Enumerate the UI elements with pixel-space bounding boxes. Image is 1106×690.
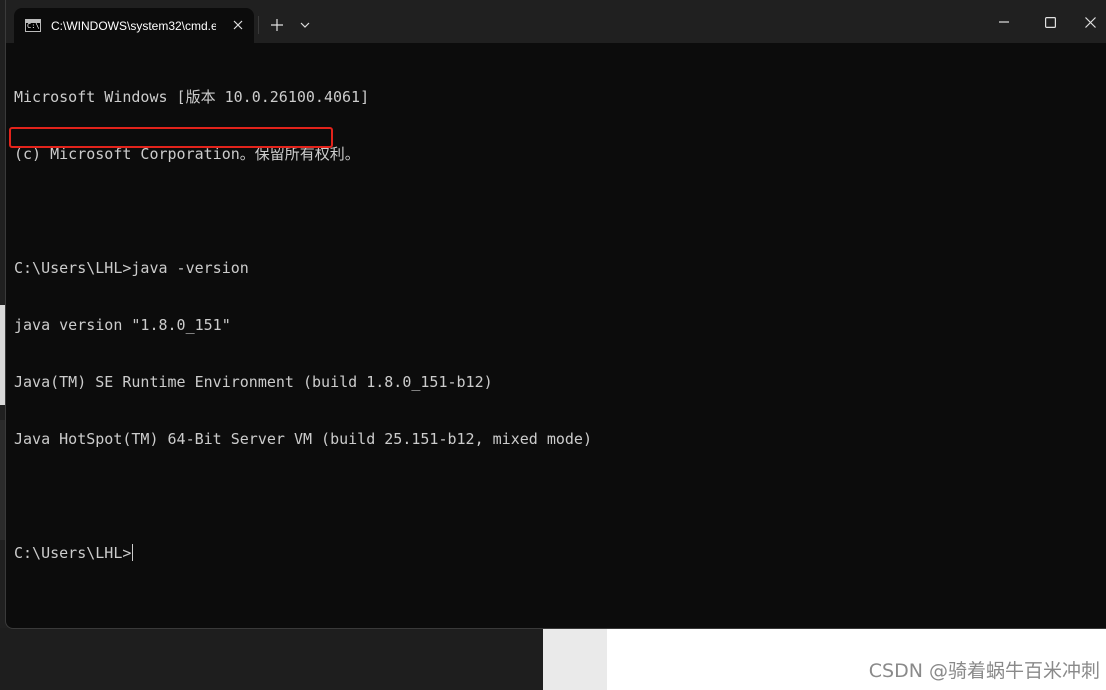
prompt-text: C:\Users\LHL>: [14, 544, 132, 562]
tab-separator: [258, 16, 259, 34]
tab-title: C:\WINDOWS\system32\cmd.exe: [51, 18, 216, 33]
close-window-button[interactable]: [1073, 6, 1106, 38]
background-area: [0, 628, 543, 690]
terminal-line: Java(TM) SE Runtime Environment (build 1…: [14, 373, 493, 391]
title-bar[interactable]: C:\ C:\WINDOWS\system32\cmd.exe: [6, 0, 1106, 43]
terminal-prompt-line: C:\Users\LHL>: [14, 544, 1099, 563]
close-icon[interactable]: [230, 17, 246, 33]
new-tab-button[interactable]: [266, 14, 288, 36]
plus-icon: [271, 19, 283, 31]
watermark: CSDN @骑着蜗牛百米冲刺: [868, 660, 1100, 682]
cmd-icon: C:\: [25, 19, 41, 32]
text-cursor: [132, 544, 134, 561]
terminal-line-java-version: java version "1.8.0_151": [14, 316, 231, 334]
tab-cmd[interactable]: C:\ C:\WINDOWS\system32\cmd.exe: [14, 8, 254, 43]
minimize-button[interactable]: [981, 6, 1027, 38]
tab-dropdown-button[interactable]: [294, 14, 316, 36]
close-icon: [1084, 16, 1096, 28]
terminal-line: Java HotSpot(TM) 64-Bit Server VM (build…: [14, 430, 592, 448]
terminal-line: C:\Users\LHL>java -version: [14, 259, 249, 277]
minimize-icon: [999, 21, 1009, 23]
chevron-down-icon: [300, 22, 310, 28]
terminal-line: Microsoft Windows [版本 10.0.26100.4061]: [14, 88, 370, 106]
highlight-annotation: [9, 127, 333, 148]
terminal-window: C:\ C:\WINDOWS\system32\cmd.exe Microsof…: [5, 0, 1106, 629]
background-area: [543, 628, 607, 690]
maximize-button[interactable]: [1027, 6, 1073, 38]
maximize-icon: [1044, 16, 1056, 28]
